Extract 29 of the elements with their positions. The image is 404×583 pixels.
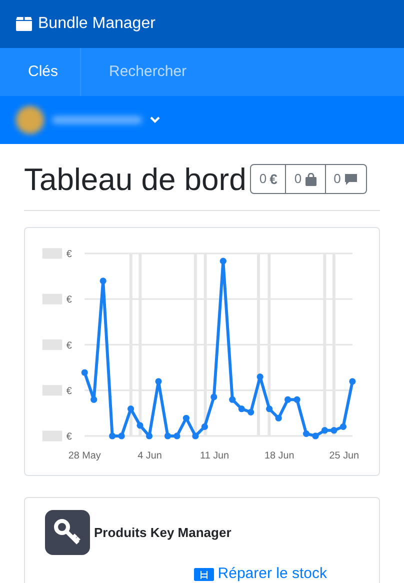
y-axis-label: €	[66, 294, 72, 306]
redacted-value	[42, 294, 62, 304]
y-axis-label: €	[66, 340, 72, 352]
redacted-value	[42, 339, 62, 350]
y-axis-label: €	[66, 432, 72, 443]
x-axis-label: 11 Jun	[200, 450, 230, 462]
redacted-avatar	[16, 106, 44, 134]
x-axis-label: 4 Jun	[138, 450, 162, 462]
counter-button[interactable]: 0 €	[250, 164, 286, 194]
app-title: Bundle Manager	[38, 14, 156, 34]
counter-button[interactable]: 0	[326, 164, 367, 194]
repair-stock-link[interactable]: Réparer le stock	[194, 563, 327, 583]
box-icon	[16, 17, 32, 31]
speech-bubble-icon	[344, 172, 358, 186]
shopping-bag-icon	[304, 172, 317, 186]
counter-button[interactable]: 0	[286, 164, 326, 194]
page-title: Tableau de bord	[24, 162, 246, 198]
x-axis-label: 18 Jun	[264, 450, 294, 462]
chevron-down-icon	[150, 116, 160, 124]
redacted-value	[42, 248, 62, 259]
y-axis-label: €	[66, 386, 72, 397]
nav-tab[interactable]: Rechercher	[81, 48, 215, 96]
y-axis-label: €	[66, 249, 72, 260]
card-title: Produits Key Manager	[94, 524, 232, 542]
key-icon	[45, 510, 90, 555]
redacted-value	[42, 385, 62, 396]
x-axis-label: 28 May	[68, 450, 101, 462]
redacted-value	[42, 430, 62, 442]
x-axis-label: 25 Jun	[329, 450, 360, 462]
